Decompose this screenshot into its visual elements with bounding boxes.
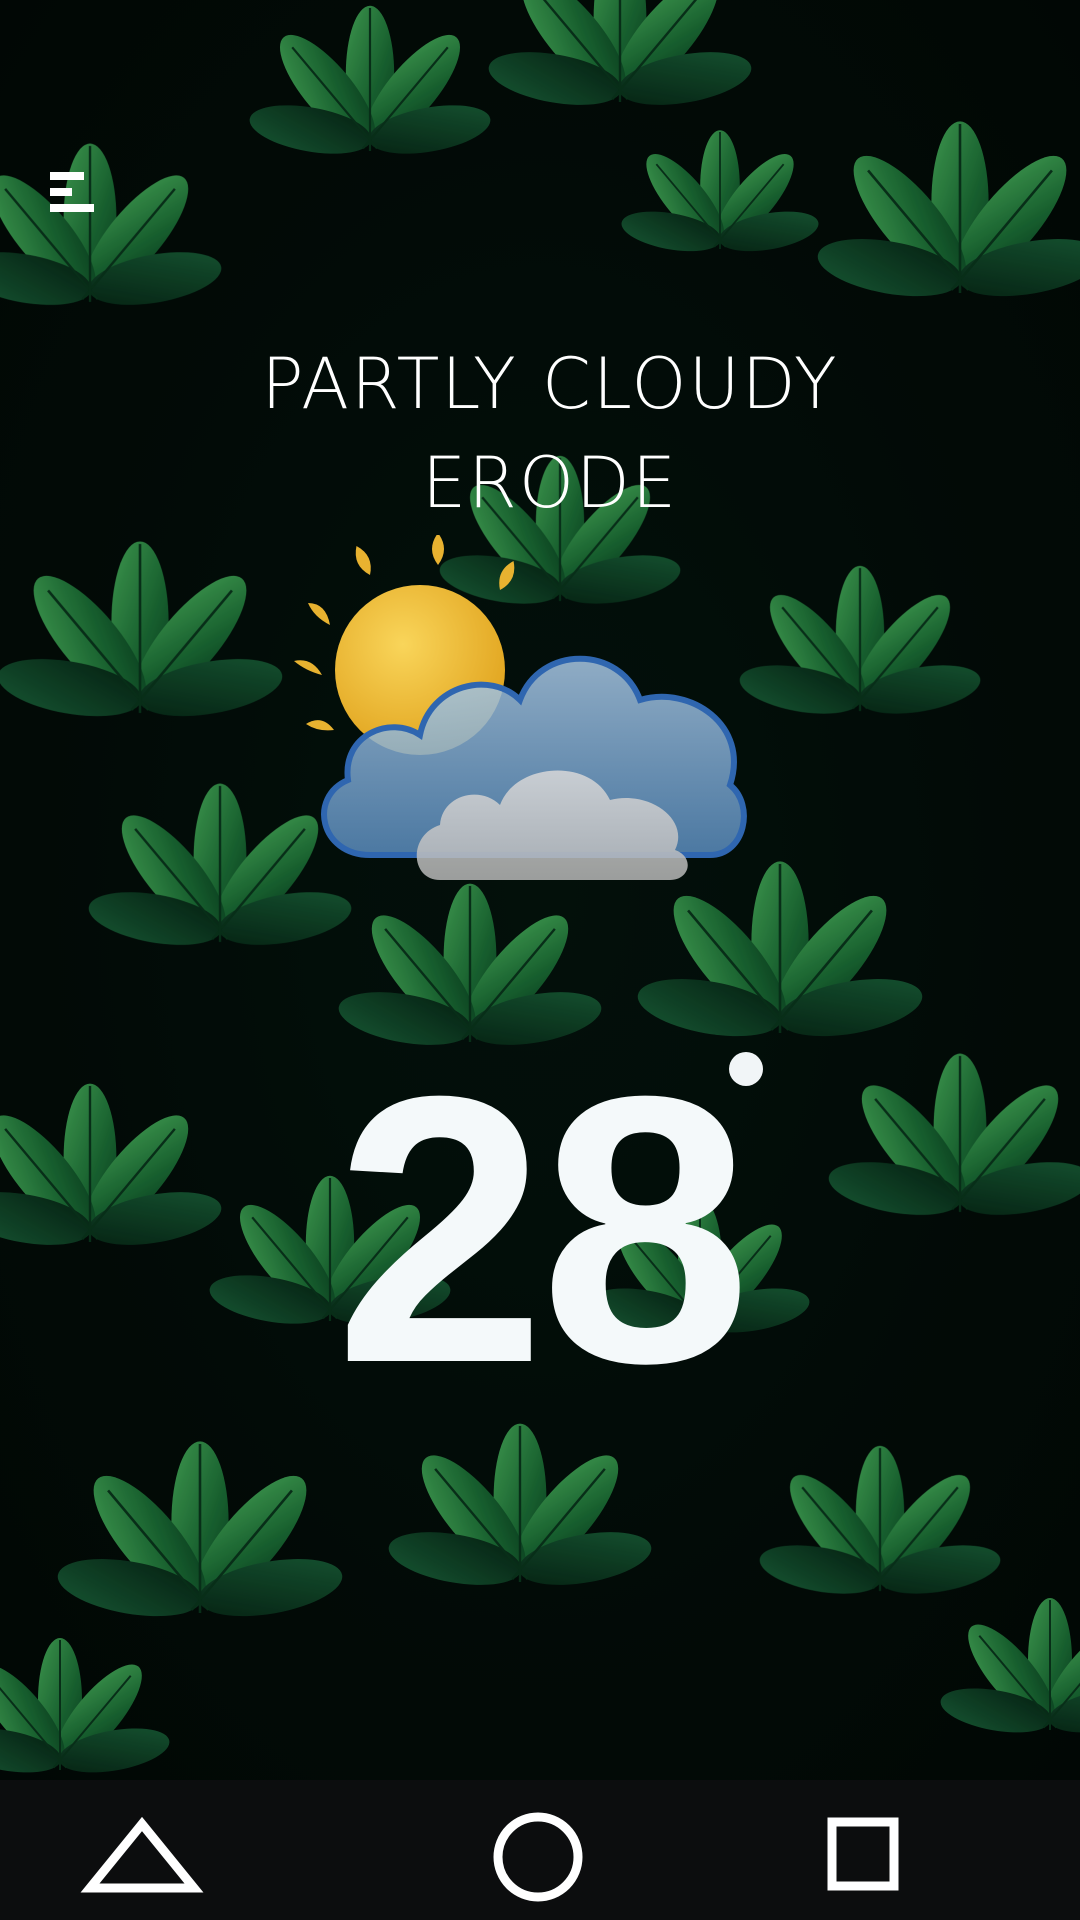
- home-button[interactable]: [458, 1780, 618, 1920]
- square-recents-icon: [827, 1817, 899, 1891]
- temperature-value: 28: [334, 1017, 752, 1442]
- circle-home-icon: [493, 1812, 583, 1902]
- partly-cloudy-icon: [294, 535, 747, 880]
- recents-button[interactable]: [782, 1780, 942, 1920]
- triangle-back-icon: [80, 1816, 204, 1893]
- menu-button[interactable]: [44, 166, 100, 232]
- weather-condition: PARTLY CLOUDY: [261, 343, 839, 425]
- back-button[interactable]: [62, 1780, 222, 1920]
- weather-screen: PARTLY CLOUDY ERODE 28: [0, 0, 1080, 1920]
- city-name: ERODE: [421, 442, 679, 524]
- degree-symbol-icon: [729, 1052, 763, 1086]
- system-navigation-bar: [0, 1780, 1080, 1920]
